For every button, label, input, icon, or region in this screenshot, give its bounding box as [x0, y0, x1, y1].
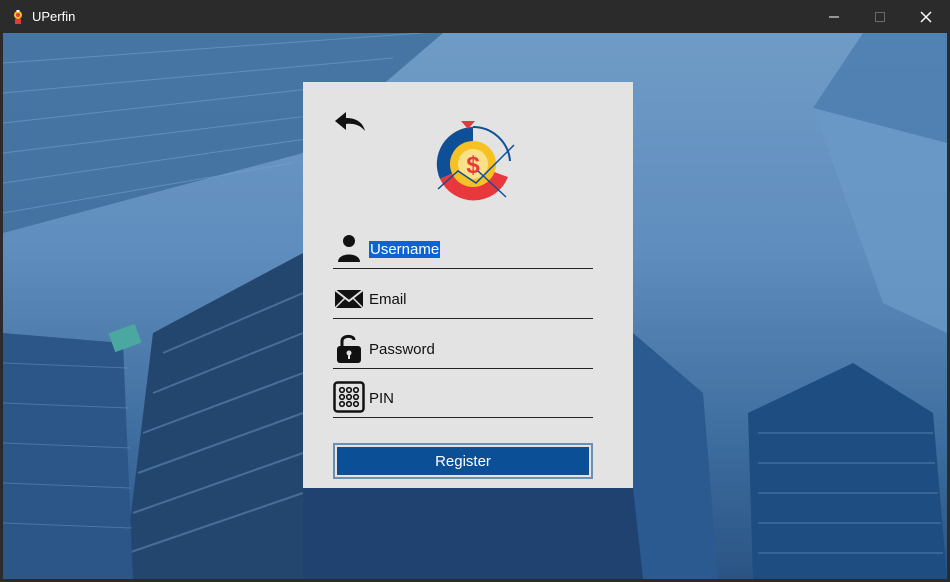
keypad-icon: [333, 381, 365, 413]
close-icon: [920, 11, 932, 22]
pin-field[interactable]: PIN: [333, 378, 593, 418]
register-button-label: Register: [337, 447, 589, 475]
lock-icon: [333, 332, 365, 364]
close-button[interactable]: [903, 0, 949, 33]
maximize-button[interactable]: [857, 0, 903, 33]
back-button[interactable]: [333, 110, 367, 134]
username-input[interactable]: Username: [369, 240, 589, 260]
email-field[interactable]: Email: [333, 279, 593, 319]
register-card: $ Username Email Password PIN Register: [303, 82, 633, 488]
username-placeholder: Username: [369, 241, 441, 258]
username-field[interactable]: Username: [333, 229, 593, 269]
back-arrow-icon: [335, 112, 365, 131]
app-logo-icon: [10, 9, 26, 25]
uperfin-logo-icon: $: [428, 119, 518, 209]
register-button[interactable]: Register: [333, 443, 593, 479]
minimize-button[interactable]: [811, 0, 857, 33]
password-input[interactable]: Password: [369, 340, 589, 360]
email-input[interactable]: Email: [369, 290, 589, 310]
window-title: UPerfin: [32, 9, 76, 24]
user-icon: [333, 232, 365, 264]
password-field[interactable]: Password: [333, 329, 593, 369]
window-frame-left: [0, 33, 3, 582]
title-bar: UPerfin: [0, 0, 950, 33]
envelope-icon: [333, 282, 365, 314]
svg-text:$: $: [466, 152, 480, 179]
pin-input[interactable]: PIN: [369, 389, 589, 409]
minimize-icon: [829, 16, 839, 17]
maximize-icon: [875, 11, 885, 22]
